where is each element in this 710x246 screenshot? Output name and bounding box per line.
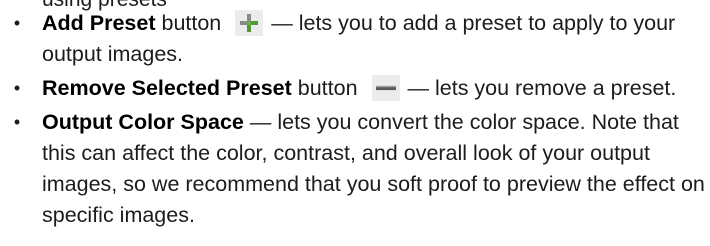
output-color-space-term: Output Color Space [42, 110, 244, 134]
button-word: button [155, 11, 222, 35]
add-preset-icon [235, 10, 264, 36]
remove-preset-icon [371, 75, 400, 101]
bullet-marker: • [13, 112, 21, 132]
list-item-remove-preset: • Remove Selected Preset button — lets y… [0, 73, 710, 104]
list-item-output-color-space: • Output Color Space — lets you convert … [0, 107, 710, 231]
button-word: button [291, 76, 358, 100]
bullet-marker: • [13, 13, 21, 33]
remove-preset-description: — lets you remove a preset. [407, 76, 677, 100]
bullet-marker: • [13, 78, 21, 98]
preset-controls-list: • Add Preset button — lets you to add a … [0, 8, 710, 234]
add-preset-term: Add Preset [42, 11, 156, 35]
list-item-add-preset: • Add Preset button — lets you to add a … [0, 8, 710, 70]
remove-preset-term: Remove Selected Preset [42, 76, 292, 100]
